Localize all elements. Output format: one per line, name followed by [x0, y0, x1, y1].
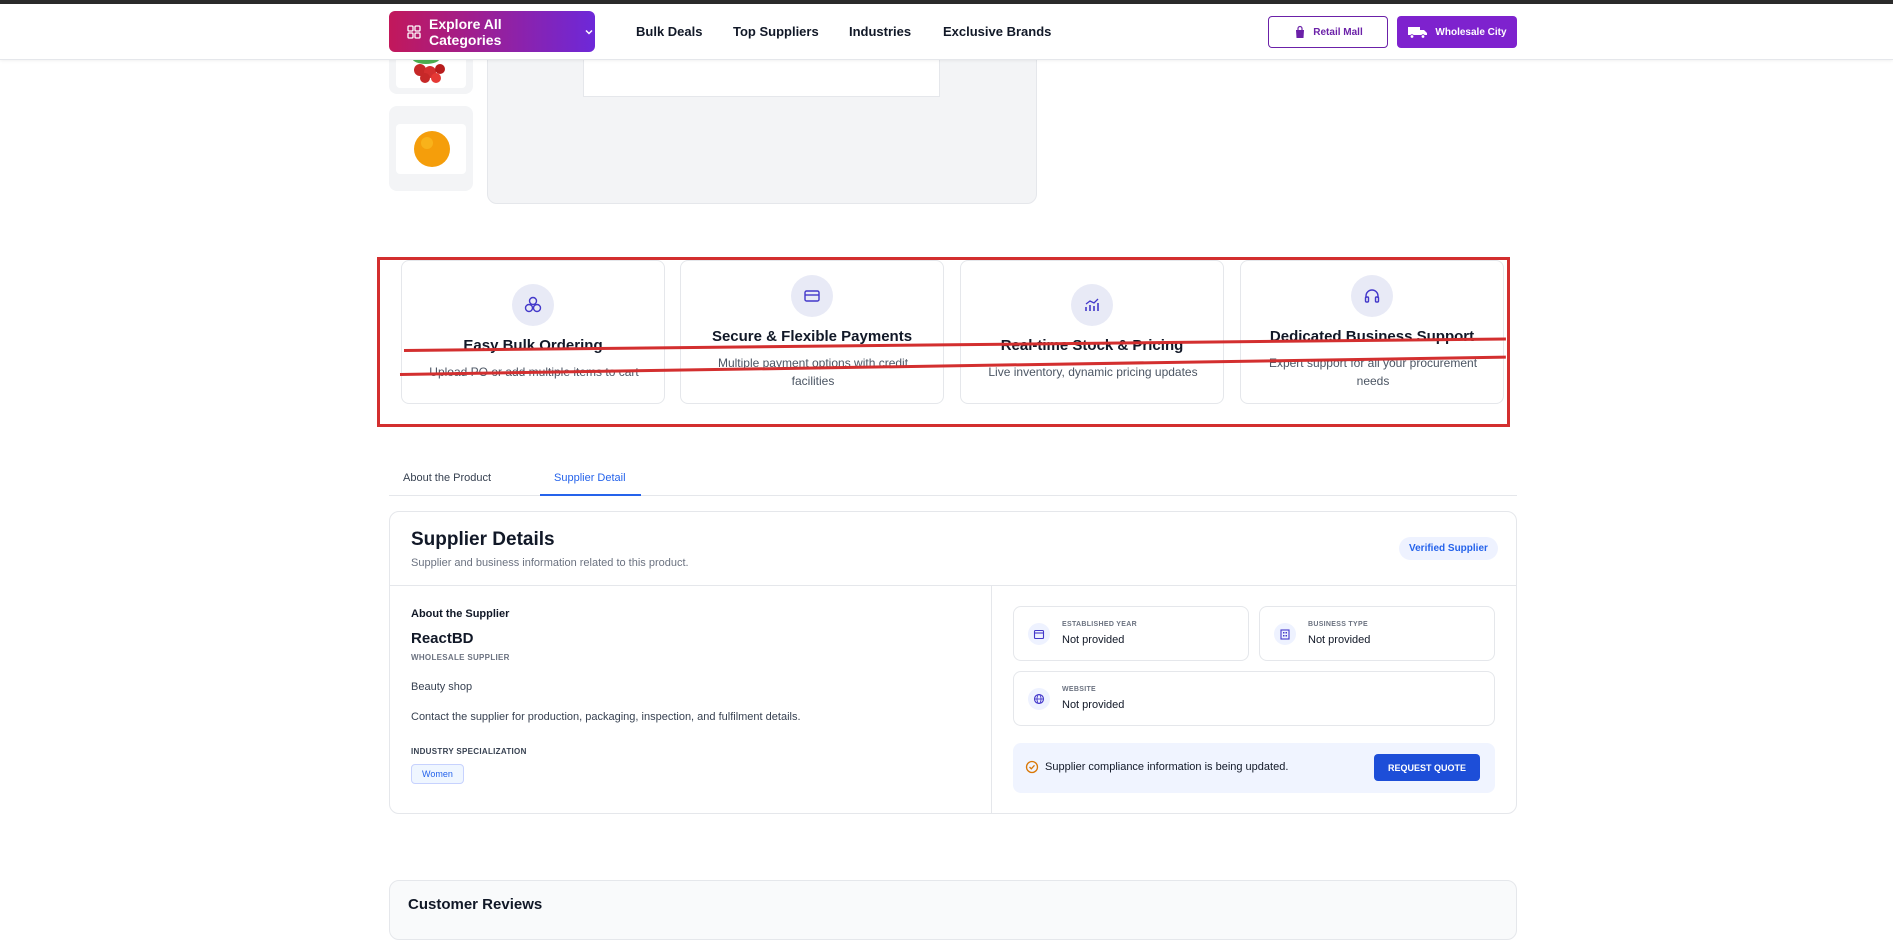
building-icon — [1274, 623, 1296, 645]
established-year-label: ESTABLISHED YEAR — [1062, 621, 1137, 628]
check-circle-icon — [1025, 760, 1039, 774]
nav-link-exclusive-brands[interactable]: Exclusive Brands — [943, 24, 1051, 39]
divider — [390, 585, 1516, 586]
supplier-type: WHOLESALE SUPPLIER — [411, 653, 510, 662]
explore-label: Explore All Categories — [429, 15, 502, 48]
shopping-bag-icon — [1296, 25, 1305, 38]
supplier-details-subtitle: Supplier and business information relate… — [411, 557, 689, 569]
feature-desc: Multiple payment options with credit fac… — [717, 356, 909, 388]
wholesale-city-button[interactable]: Wholesale City — [1397, 16, 1517, 48]
active-tab-indicator — [540, 494, 641, 496]
business-type-value: Not provided — [1308, 634, 1371, 646]
website-value: Not provided — [1062, 699, 1125, 711]
supplier-details-title: Supplier Details — [411, 529, 555, 550]
request-quote-button[interactable]: REQUEST QUOTE — [1374, 754, 1480, 781]
wholesale-city-label: Wholesale City — [1435, 26, 1507, 38]
retail-mall-label: Retail Mall — [1313, 26, 1363, 38]
website-box: WEBSITE Not provided — [1013, 671, 1495, 726]
established-year-value: Not provided — [1062, 634, 1125, 646]
bulk-order-icon — [512, 284, 554, 326]
business-type-label: BUSINESS TYPE — [1308, 621, 1368, 628]
compliance-text: Supplier compliance information is being… — [1045, 761, 1289, 773]
feature-card-bulk-ordering: Easy Bulk Ordering Upload PO or add mult… — [401, 260, 665, 404]
explore-categories-button[interactable]: Explore All Categories — [389, 11, 595, 52]
supplier-contact-note: Contact the supplier for production, pac… — [411, 711, 801, 723]
supplier-description: Beauty shop — [411, 681, 473, 693]
nav-link-top-suppliers[interactable]: Top Suppliers — [733, 24, 819, 39]
industry-tag: Women — [411, 764, 464, 784]
business-type-box: BUSINESS TYPE Not provided — [1259, 606, 1495, 661]
product-tabs: About the Product Supplier Detail — [389, 460, 1517, 496]
headset-icon — [1351, 275, 1393, 317]
navbar: Explore All Categories Bulk Deals Top Su… — [0, 4, 1893, 60]
website-label: WEBSITE — [1062, 686, 1096, 693]
established-year-box: ESTABLISHED YEAR Not provided — [1013, 606, 1249, 661]
customer-reviews-title: Customer Reviews — [408, 896, 543, 913]
verified-supplier-badge: Verified Supplier — [1399, 537, 1498, 560]
retail-mall-button[interactable]: Retail Mall — [1268, 16, 1388, 48]
feature-card-payments: Secure & Flexible Payments Multiple paym… — [680, 260, 944, 404]
tab-about-product[interactable]: About the Product — [403, 472, 491, 484]
chevron-down-icon — [585, 29, 593, 35]
globe-icon — [1028, 688, 1050, 710]
supplier-details-card: Supplier Details Supplier and business i… — [389, 511, 1517, 814]
credit-card-icon — [791, 275, 833, 317]
industry-specialization-label: INDUSTRY SPECIALIZATION — [411, 747, 527, 756]
main-product-image — [487, 40, 1037, 204]
divider — [991, 586, 992, 814]
about-supplier-label: About the Supplier — [411, 608, 510, 620]
calendar-icon — [1028, 623, 1050, 645]
customer-reviews-card: Customer Reviews — [389, 880, 1517, 940]
truck-icon — [1408, 27, 1428, 39]
chart-icon — [1071, 284, 1113, 326]
nav-link-industries[interactable]: Industries — [849, 24, 911, 39]
product-thumbnail[interactable] — [389, 106, 473, 191]
nav-link-bulk-deals[interactable]: Bulk Deals — [636, 24, 702, 39]
tab-supplier-detail[interactable]: Supplier Detail — [554, 472, 626, 484]
feature-title: Secure & Flexible Payments — [711, 328, 913, 345]
feature-card-support: Dedicated Business Support Expert suppor… — [1240, 260, 1504, 404]
orange-image — [414, 131, 450, 167]
compliance-notice: Supplier compliance information is being… — [1013, 743, 1495, 793]
supplier-name: ReactBD — [411, 630, 474, 647]
feature-card-stock-pricing: Real-time Stock & Pricing Live inventory… — [960, 260, 1224, 404]
grid-icon — [407, 24, 421, 39]
